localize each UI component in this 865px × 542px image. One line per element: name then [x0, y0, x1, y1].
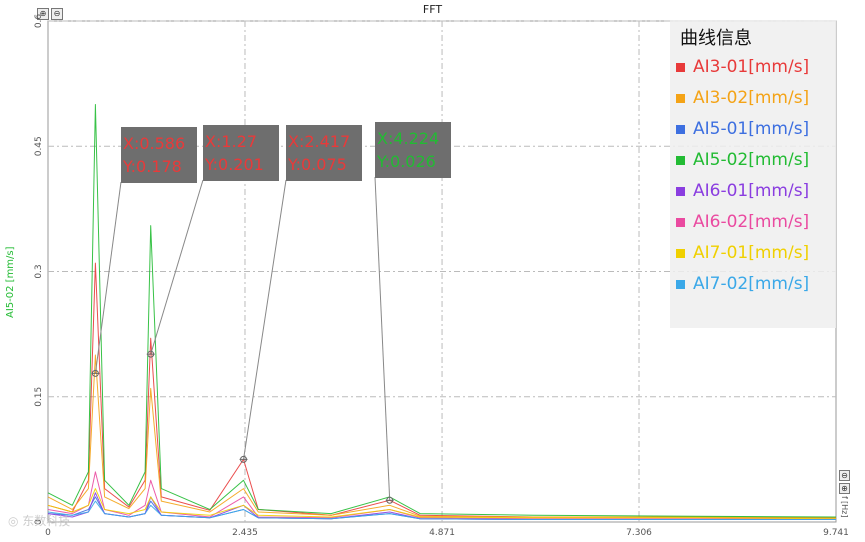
x-axis-f-label: f: [840, 496, 849, 499]
legend-label: AI3-02[mm/s]: [693, 88, 810, 108]
annotation-label-x: X:1.27: [205, 132, 257, 151]
legend-swatch: [676, 155, 685, 165]
x-tick-label: 0: [45, 528, 51, 538]
annotation-label-y: Y:0.178: [122, 157, 182, 176]
legend-item[interactable]: AI7-01[mm/s]: [676, 239, 809, 267]
legend-title: 曲线信息: [680, 28, 752, 49]
annotation-label-y: Y:0.201: [204, 155, 264, 174]
legend-swatch: [676, 217, 685, 227]
annotation-label-x: X:0.586: [123, 134, 185, 153]
legend-item[interactable]: AI5-02[mm/s]: [676, 146, 809, 174]
legend-item[interactable]: AI5-01[mm/s]: [676, 115, 809, 143]
annotation-label-x: X:2.417: [288, 132, 350, 151]
annotation-label-x: X:4.224: [377, 129, 439, 148]
legend-swatch: [676, 279, 685, 289]
annotation-leader-line: [374, 176, 391, 501]
watermark-logo: ◎ 东数科技: [8, 514, 71, 528]
legend-item[interactable]: AI3-02[mm/s]: [676, 84, 809, 112]
legend-label: AI7-02[mm/s]: [693, 274, 810, 294]
annotation-leader-line: [150, 179, 204, 355]
legend-swatch: [676, 124, 685, 134]
legend-label: AI6-01[mm/s]: [693, 181, 810, 201]
legend-swatch: [676, 62, 685, 72]
legend-label: AI5-01[mm/s]: [693, 119, 810, 139]
legend-item[interactable]: AI7-02[mm/s]: [676, 270, 809, 298]
y-tick-label: 0.6: [34, 14, 44, 29]
y-tick-label: 0.3: [34, 264, 44, 278]
legend-item[interactable]: AI6-02[mm/s]: [676, 208, 809, 236]
y-tick-label: 0.15: [34, 387, 44, 407]
legend-swatch: [676, 248, 685, 258]
legend-label: AI6-02[mm/s]: [693, 212, 810, 232]
legend-swatch: [676, 93, 685, 103]
zoom-in-icon[interactable]: ⊕: [839, 483, 850, 494]
x-axis-unit: [Hz]: [840, 500, 849, 518]
legend-label: AI7-01[mm/s]: [693, 243, 810, 263]
x-tick-label: 7.306: [626, 528, 652, 538]
x-tick-label: 9.741: [823, 528, 849, 538]
annotation-leader-line: [243, 179, 287, 460]
legend-label: AI3-01[mm/s]: [693, 57, 810, 77]
x-tick-label: 2.435: [232, 528, 258, 538]
x-tick-label: 4.871: [429, 528, 455, 538]
y-tick-label: 0.45: [34, 136, 44, 156]
zoom-controls-right: ⊖ ⊕ f [Hz]: [839, 470, 850, 517]
zoom-out-icon[interactable]: ⊖: [839, 470, 850, 481]
legend-label: AI5-02[mm/s]: [693, 150, 810, 170]
legend-item[interactable]: AI6-01[mm/s]: [676, 177, 809, 205]
legend-item[interactable]: AI3-01[mm/s]: [676, 53, 809, 81]
legend-swatch: [676, 186, 685, 196]
annotation-label-y: Y:0.026: [376, 152, 436, 171]
legend-panel: 曲线信息 AI3-01[mm/s] AI3-02[mm/s] AI5-01[mm/s…: [670, 20, 836, 328]
annotation-label-y: Y:0.075: [287, 155, 347, 174]
